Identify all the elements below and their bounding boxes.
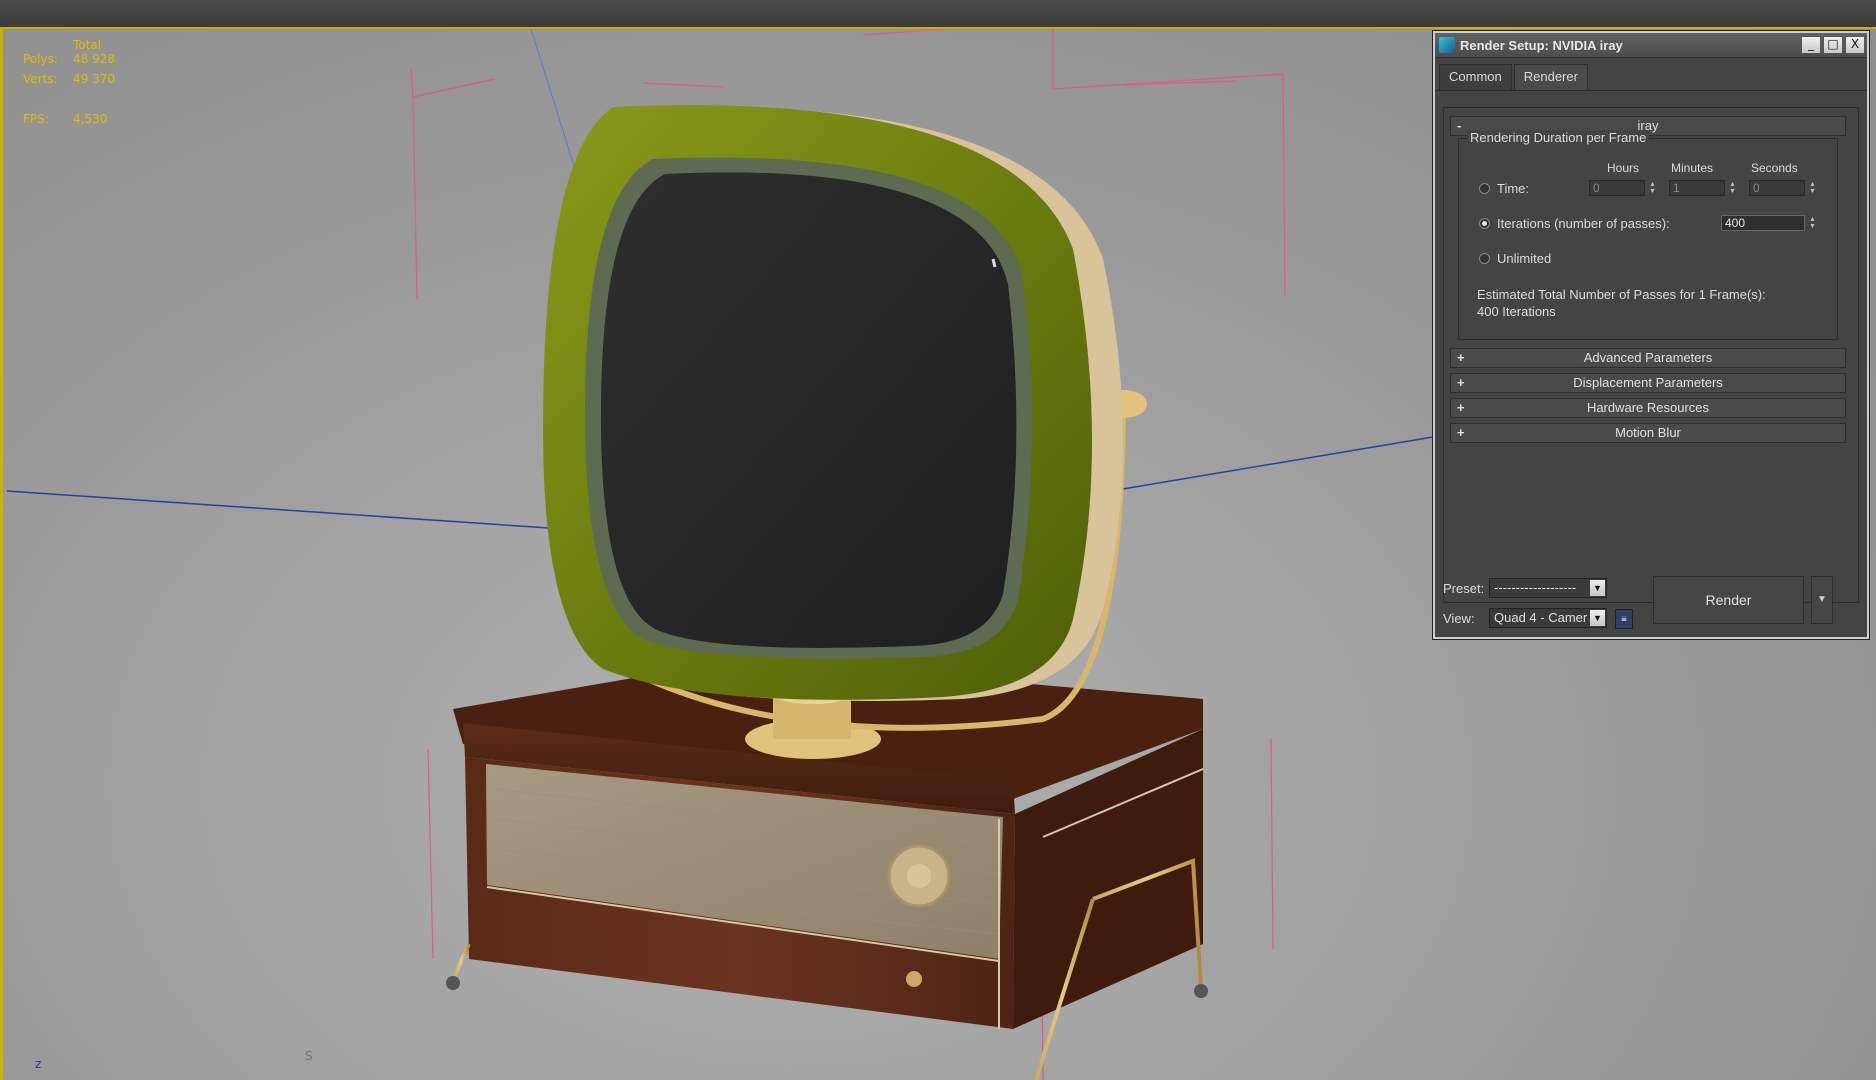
hours-header: Hours [1607, 161, 1640, 175]
unlimited-label: Unlimited [1497, 251, 1552, 266]
estimate-line-2: 400 Iterations [1477, 304, 1556, 319]
rendering-duration-group: Rendering Duration per Frame Hours Minut… [1458, 130, 1838, 340]
tab-renderer[interactable]: Renderer [1513, 64, 1588, 90]
group-title: Rendering Duration per Frame [1467, 130, 1650, 145]
app-icon [1439, 37, 1455, 53]
rollout-title: Advanced Parameters [1583, 350, 1713, 365]
dialog-title: Render Setup: NVIDIA iray [1460, 37, 1623, 53]
lock-icon[interactable]: 🔒︎ [1615, 609, 1633, 629]
time-minutes-value: 1 [1673, 181, 1680, 195]
collapse-sign: - [1457, 118, 1462, 133]
preset-value: ------------------- [1494, 580, 1577, 595]
time-radio[interactable] [1479, 183, 1490, 194]
dialog-titlebar[interactable]: Render Setup: NVIDIA iray _ □ X [1435, 33, 1867, 58]
expand-sign: + [1457, 425, 1465, 440]
rollout-motion-blur[interactable]: + Motion Blur [1450, 423, 1846, 443]
viewport-corner-label: S [305, 1049, 313, 1063]
rollout-title: Displacement Parameters [1573, 375, 1723, 390]
render-mode-dropdown[interactable]: ▼ [1811, 576, 1833, 624]
verts-label: Verts: [23, 72, 58, 86]
render-setup-dialog: Render Setup: NVIDIA iray _ □ X Common R… [1433, 31, 1869, 639]
dialog-tabs: Common Renderer [1435, 58, 1867, 91]
time-hours-spinner[interactable]: 0 ▲ ▼ [1589, 180, 1656, 196]
expand-sign: + [1457, 350, 1465, 365]
renderer-panel: - iray Rendering Duration per Frame Hour… [1443, 107, 1859, 603]
fps-value: 4,530 [73, 112, 108, 126]
rollout-advanced-parameters[interactable]: + Advanced Parameters [1450, 348, 1846, 368]
minimize-button[interactable]: _ [1801, 36, 1821, 54]
close-button[interactable]: X [1845, 36, 1865, 54]
viewport-stats: Total Polys: 48 928 Verts: 49 370 FPS: 4,53… [23, 38, 115, 129]
expand-sign: + [1457, 375, 1465, 390]
minutes-header: Minutes [1671, 161, 1714, 175]
rollout-title: Hardware Resources [1586, 400, 1710, 415]
preset-label: Preset: [1443, 581, 1485, 596]
top-toolbar [0, 0, 1876, 29]
tab-common[interactable]: Common [1439, 64, 1512, 90]
maximize-button[interactable]: □ [1823, 36, 1843, 54]
chevron-down-icon[interactable]: ▼ [1590, 610, 1605, 626]
seconds-header: Seconds [1751, 161, 1798, 175]
spinner-arrows-icon[interactable]: ▲ ▼ [1727, 181, 1738, 195]
spinner-arrows-icon[interactable]: ▲ ▼ [1807, 216, 1818, 230]
time-seconds-spinner[interactable]: 0 ▲ ▼ [1749, 180, 1816, 196]
polys-label: Polys: [23, 52, 58, 66]
axis-gizmo-z: z [35, 1057, 42, 1071]
view-label: View: [1443, 611, 1475, 626]
rollout-displacement-parameters[interactable]: + Displacement Parameters [1450, 373, 1846, 393]
estimate-line-1: Estimated Total Number of Passes for 1 F… [1477, 287, 1766, 302]
iterations-spinner[interactable]: 400 ▲ ▼ [1721, 215, 1816, 231]
iterations-value: 400 [1725, 216, 1746, 230]
render-button[interactable]: Render [1653, 576, 1804, 624]
view-dropdown[interactable]: Quad 4 - Camer ▼ [1489, 608, 1607, 628]
expand-sign: + [1457, 400, 1465, 415]
preset-dropdown[interactable]: ------------------- ▼ [1489, 578, 1607, 598]
spinner-arrows-icon[interactable]: ▲ ▼ [1807, 181, 1818, 195]
view-value: Quad 4 - Camer [1494, 610, 1588, 625]
unlimited-radio[interactable] [1479, 253, 1490, 264]
time-minutes-spinner[interactable]: 1 ▲ ▼ [1669, 180, 1736, 196]
iterations-radio[interactable] [1479, 218, 1490, 229]
time-seconds-value: 0 [1753, 181, 1760, 195]
verts-value: 49 370 [73, 72, 115, 86]
spinner-arrows-icon[interactable]: ▲ ▼ [1647, 181, 1658, 195]
fps-label: FPS: [23, 112, 49, 126]
rollout-title: Motion Blur [1615, 425, 1681, 440]
time-hours-value: 0 [1593, 181, 1600, 195]
time-label: Time: [1497, 181, 1530, 196]
rollout-hardware-resources[interactable]: + Hardware Resources [1450, 398, 1846, 418]
iterations-label: Iterations (number of passes): [1497, 216, 1670, 231]
stats-total-label: Total [73, 38, 102, 52]
chevron-down-icon[interactable]: ▼ [1590, 580, 1605, 596]
